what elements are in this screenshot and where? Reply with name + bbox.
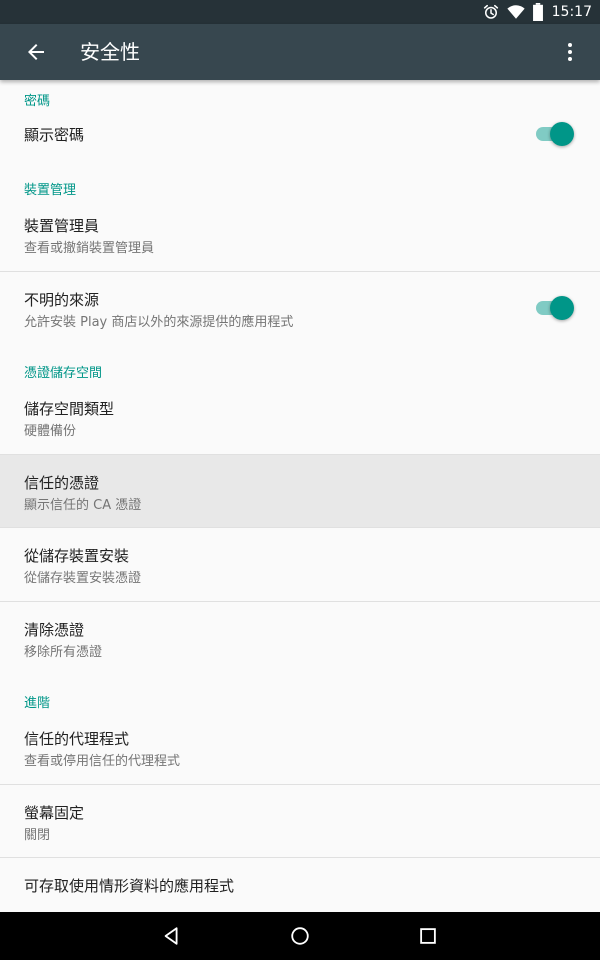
pref-summary: 硬體備份 bbox=[24, 424, 77, 439]
pref-title: 裝置管理員 bbox=[24, 217, 100, 235]
pref-title: 信任的代理程式 bbox=[24, 730, 130, 748]
pref-summary: 允許安裝 Play 商店以外的來源提供的應用程式 bbox=[24, 315, 294, 330]
nav-back-button[interactable] bbox=[148, 912, 196, 960]
status-time: 15:17 bbox=[551, 4, 592, 20]
switch-thumb bbox=[550, 122, 574, 146]
section-header-advanced: 進階 bbox=[24, 696, 51, 711]
settings-list[interactable]: 密碼 顯示密碼 裝置管理 裝置管理員 查看或撤銷裝置管理員 不明的來源 允許安裝… bbox=[0, 80, 600, 912]
nav-home-button[interactable] bbox=[276, 912, 324, 960]
pref-clear-credentials[interactable]: 清除憑證 移除所有憑證 bbox=[0, 602, 600, 675]
pref-summary: 從儲存裝置安裝憑證 bbox=[24, 571, 142, 586]
app-bar: 安全性 bbox=[0, 24, 600, 80]
status-icons: 15:17 bbox=[482, 2, 592, 22]
page-title: 安全性 bbox=[80, 40, 140, 64]
pref-summary: 關閉 bbox=[24, 828, 51, 843]
section-header-password: 密碼 bbox=[24, 94, 51, 109]
pref-screen-pinning[interactable]: 螢幕固定 關閉 bbox=[0, 785, 600, 857]
switch-thumb bbox=[550, 296, 574, 320]
nav-recents-button[interactable] bbox=[404, 912, 452, 960]
pref-summary: 查看或撤銷裝置管理員 bbox=[24, 241, 155, 256]
pref-show-password[interactable]: 顯示密碼 bbox=[0, 108, 600, 160]
status-bar: 15:17 bbox=[0, 0, 600, 24]
pref-install-from-storage[interactable]: 從儲存裝置安裝 從儲存裝置安裝憑證 bbox=[0, 528, 600, 601]
pref-unknown-sources[interactable]: 不明的來源 允許安裝 Play 商店以外的來源提供的應用程式 bbox=[0, 272, 600, 345]
pref-usage-access[interactable]: 可存取使用情形資料的應用程式 bbox=[0, 858, 600, 912]
more-vert-icon bbox=[568, 43, 572, 61]
more-options-button[interactable] bbox=[550, 32, 590, 72]
pref-trust-agents[interactable]: 信任的代理程式 查看或停用信任的代理程式 bbox=[0, 710, 600, 784]
pref-title: 不明的來源 bbox=[24, 291, 100, 309]
wifi-icon bbox=[507, 5, 525, 19]
pref-storage-type[interactable]: 儲存空間類型 硬體備份 bbox=[0, 380, 600, 454]
navigation-bar bbox=[0, 912, 600, 960]
pref-summary: 顯示信任的 CA 憑證 bbox=[24, 498, 142, 513]
back-triangle-icon bbox=[164, 927, 178, 945]
pref-device-admins[interactable]: 裝置管理員 查看或撤銷裝置管理員 bbox=[0, 197, 600, 271]
back-button[interactable] bbox=[16, 32, 56, 72]
unknown-sources-switch[interactable] bbox=[536, 296, 574, 320]
arrow-back-icon bbox=[28, 44, 44, 60]
pref-title: 顯示密碼 bbox=[24, 126, 85, 144]
pref-trusted-credentials[interactable]: 信任的憑證 顯示信任的 CA 憑證 bbox=[0, 455, 600, 527]
battery-icon bbox=[532, 3, 543, 21]
pref-summary: 查看或停用信任的代理程式 bbox=[24, 754, 181, 769]
pref-title: 從儲存裝置安裝 bbox=[24, 547, 130, 565]
home-circle-icon bbox=[291, 927, 309, 945]
pref-title: 儲存空間類型 bbox=[24, 400, 115, 418]
pref-title: 可存取使用情形資料的應用程式 bbox=[24, 877, 235, 895]
alarm-icon bbox=[483, 4, 498, 19]
recents-square-icon bbox=[420, 928, 436, 944]
section-header-credential-storage: 憑證儲存空間 bbox=[24, 366, 103, 381]
pref-summary: 移除所有憑證 bbox=[24, 645, 103, 660]
section-header-device-admin: 裝置管理 bbox=[24, 183, 77, 198]
show-password-switch[interactable] bbox=[536, 122, 574, 146]
pref-title: 螢幕固定 bbox=[24, 804, 85, 822]
pref-title: 信任的憑證 bbox=[24, 474, 100, 492]
pref-title: 清除憑證 bbox=[24, 621, 85, 639]
